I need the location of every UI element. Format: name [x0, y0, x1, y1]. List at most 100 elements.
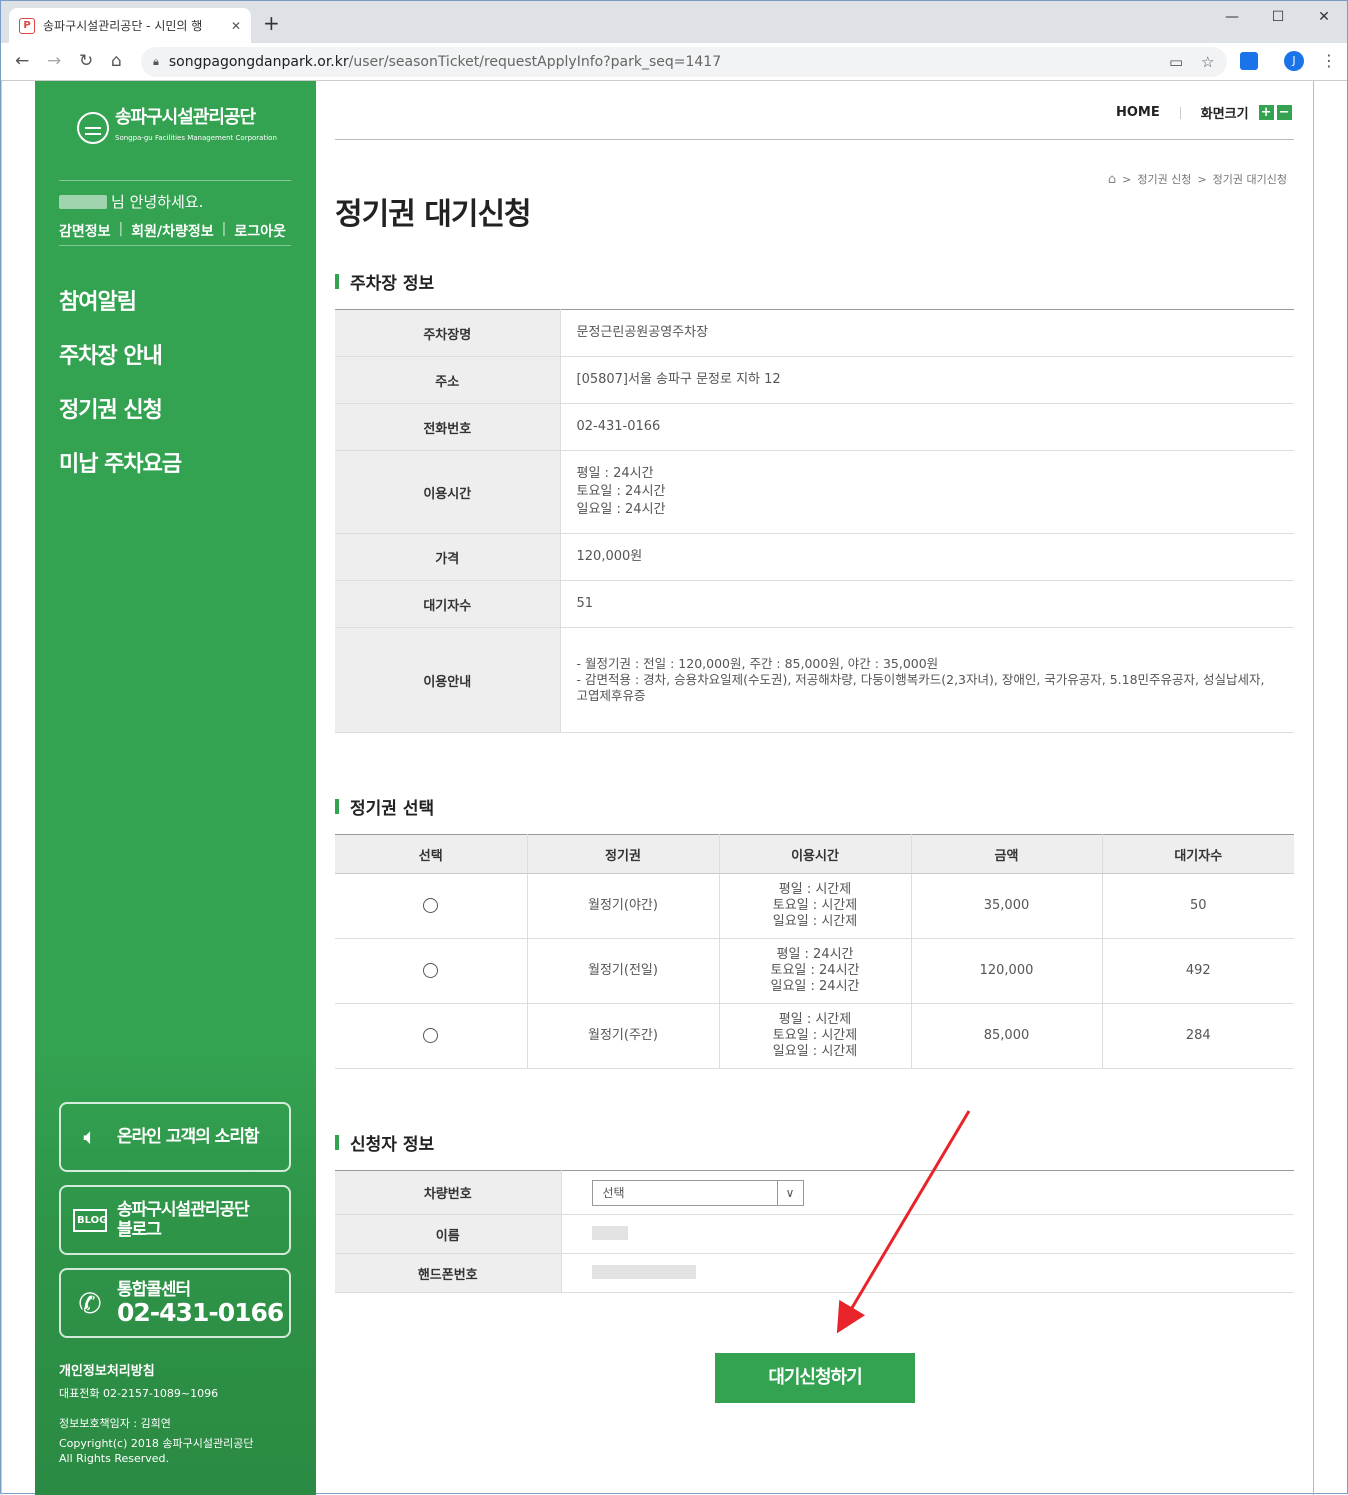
breadcrumb-item[interactable]: 정기권 대기신청	[1213, 171, 1287, 187]
blog-icon: BLOG	[73, 1208, 107, 1232]
table-row: 이용시간 평일 : 24시간 토요일 : 24시간 일요일 : 24시간	[335, 450, 1294, 534]
cast-icon[interactable]: ▭	[1169, 53, 1183, 71]
blog-label-line1: 송파구시설관리공단	[117, 1200, 250, 1220]
zoom-out-button[interactable]: −	[1276, 105, 1292, 120]
privacy-policy-link[interactable]: 개인정보처리방침	[59, 1364, 155, 1379]
ticket-radio-day[interactable]	[423, 1028, 439, 1043]
blog-button[interactable]: BLOG 송파구시설관리공단 블로그	[59, 1185, 291, 1255]
privacy-officer: 정보보호책임자 : 김희연	[59, 1417, 171, 1430]
car-number-select[interactable]: 선택 ∨	[591, 1179, 804, 1206]
breadcrumb-home-icon[interactable]: ⌂	[1108, 172, 1116, 187]
extension-icon[interactable]	[1240, 52, 1258, 70]
forward-icon[interactable]: →	[47, 51, 61, 71]
sidebar-menu: 참여알림 주차장 안내 정기권 신청 미납 주차요금	[59, 287, 182, 503]
call-center-number: 02-431-0166	[117, 1298, 284, 1327]
star-icon[interactable]: ☆	[1201, 53, 1214, 71]
link-reduction-info[interactable]: 감면정보	[59, 221, 111, 241]
table-header-row: 선택 정기권 이용시간 금액 대기자수	[335, 834, 1294, 874]
browser-tab[interactable]: P 송파구시설관리공단 - 시민의 행 ✕	[9, 8, 251, 43]
section-title-ticket-select: 정기권 선택	[335, 794, 434, 819]
reload-icon[interactable]: ↻	[79, 51, 93, 71]
table-row: 주차장명 문정근린공원공영주차장	[335, 309, 1294, 357]
breadcrumb-item[interactable]: 정기권 신청	[1137, 171, 1191, 187]
link-logout[interactable]: 로그아웃	[234, 221, 286, 241]
chevron-down-icon: ∨	[776, 1180, 803, 1205]
table-row: 가격 120,000원	[335, 533, 1294, 581]
sidebar-item-parking-guide[interactable]: 주차장 안내	[59, 341, 181, 395]
applicant-table: 차량번호 선택 ∨ 이름 핸드폰번호	[335, 1170, 1294, 1293]
breadcrumb: ⌂ > 정기권 신청 > 정기권 대기신청	[1107, 171, 1287, 187]
call-center-button[interactable]: ✆ 통합콜센터 02-431-0166	[59, 1268, 291, 1338]
logo-name: 송파구시설관리공단	[115, 107, 256, 128]
table-row: 월정기(전일) 평일 : 24시간 토요일 : 24시간 일요일 : 24시간 12…	[335, 938, 1294, 1004]
divider	[335, 139, 1294, 140]
section-title-parking-info: 주차장 정보	[335, 269, 434, 294]
home-icon[interactable]: ⌂	[111, 51, 122, 71]
zoom-in-button[interactable]: +	[1258, 105, 1274, 120]
url-text: songpagongdanpark.or.kr/user/seasonTicke…	[168, 54, 722, 70]
window-controls: — ☐ ✕	[1209, 1, 1347, 33]
site-favicon-icon: P	[19, 17, 35, 34]
annotation-arrow	[836, 1110, 971, 1334]
address-bar[interactable]: 🔒︎ songpagongdanpark.or.kr/user/seasonTi…	[141, 47, 1227, 77]
tab-title: 송파구시설관리공단 - 시민의 행	[43, 19, 203, 33]
call-center-label: 통합콜센터	[117, 1280, 191, 1300]
customer-voice-label: 온라인 고객의 소리함	[117, 1127, 260, 1147]
new-tab-button[interactable]: +	[263, 13, 280, 33]
waitlist-submit-button[interactable]: 대기신청하기	[715, 1353, 915, 1403]
greeting: 님 안녕하세요.	[59, 191, 203, 212]
table-row: 주소 [05807]서울 송파구 문정로 지하 12	[335, 356, 1294, 404]
greeting-text: 님 안녕하세요.	[111, 193, 204, 211]
name-blurred	[591, 1225, 628, 1240]
ticket-radio-allday[interactable]	[423, 963, 439, 978]
section-title-applicant: 신청자 정보	[335, 1130, 434, 1155]
table-row: 핸드폰번호	[335, 1253, 1294, 1293]
sidebar-item-unpaid-fee[interactable]: 미납 주차요금	[59, 449, 182, 503]
copyright-line1: Copyright(c) 2018 송파구시설관리공단	[59, 1437, 254, 1450]
rep-phone: 대표전화 02-2157-1089~1096	[59, 1387, 219, 1400]
table-row: 차량번호 선택 ∨	[335, 1170, 1294, 1215]
profile-avatar[interactable]: J	[1284, 51, 1304, 71]
address-toolbar: ← → ↻ ⌂ 🔒︎ songpagongdanpark.or.kr/user/…	[1, 43, 1347, 81]
page-right-edge	[1313, 81, 1314, 1495]
close-window-icon[interactable]: ✕	[1301, 1, 1347, 33]
lock-icon: 🔒︎	[153, 55, 159, 68]
logo-emblem-icon	[77, 112, 109, 144]
table-row: 이용안내 - 월정기권 : 전일 : 120,000원, 주간 : 85,000원…	[335, 627, 1294, 733]
browser-window: P 송파구시설관리공단 - 시민의 행 ✕ + — ☐ ✕ ← → ↻ ⌂ 🔒︎…	[0, 0, 1348, 1495]
top-nav: HOME 화면크기 + −	[1116, 103, 1292, 122]
tab-strip: P 송파구시설관리공단 - 시민의 행 ✕ + — ☐ ✕	[1, 1, 1347, 43]
blog-label-line2: 블로그	[117, 1220, 162, 1240]
ticket-radio-night[interactable]	[423, 898, 439, 913]
speaker-icon: 🔈︎	[83, 1124, 97, 1150]
ticket-select-table: 선택 정기권 이용시간 금액 대기자수 월정기(야간) 평일 : 시간제 토요일 …	[335, 834, 1294, 1069]
customer-voice-button[interactable]: 🔈︎ 온라인 고객의 소리함	[59, 1102, 291, 1172]
copyright-line2: All Rights Reserved.	[59, 1452, 170, 1465]
sidebar-item-season-ticket[interactable]: 정기권 신청	[59, 395, 181, 449]
phone-blurred	[591, 1264, 696, 1279]
page-left-edge	[1, 81, 2, 1495]
divider	[59, 180, 291, 181]
site-logo[interactable]: 송파구시설관리공단 Songpa-gu Facilities Management…	[77, 109, 277, 147]
back-icon[interactable]: ←	[15, 51, 29, 71]
divider	[59, 245, 291, 246]
user-links: 감면정보 | 회원/차량정보 | 로그아웃	[59, 221, 286, 241]
font-size-label: 화면크기	[1200, 107, 1249, 122]
user-name-blurred	[59, 194, 107, 209]
minimize-icon[interactable]: —	[1209, 1, 1255, 33]
menu-icon[interactable]: ⋮	[1321, 52, 1337, 70]
logo-english: Songpa-gu Facilities Management Corporat…	[115, 134, 277, 142]
table-row: 월정기(야간) 평일 : 시간제 토요일 : 시간제 일요일 : 시간제 35,00…	[335, 873, 1294, 939]
table-row: 전화번호 02-431-0166	[335, 403, 1294, 451]
table-row: 이름	[335, 1214, 1294, 1254]
home-link[interactable]: HOME	[1116, 105, 1160, 120]
page-title: 정기권 대기신청	[335, 197, 532, 232]
table-row: 대기자수 51	[335, 580, 1294, 628]
maximize-icon[interactable]: ☐	[1255, 1, 1301, 33]
link-member-vehicle-info[interactable]: 회원/차량정보	[131, 221, 213, 241]
phone-icon: ✆	[78, 1286, 102, 1320]
tab-close-icon[interactable]: ✕	[231, 19, 241, 33]
parking-info-table: 주차장명 문정근린공원공영주차장 주소 [05807]서울 송파구 문정로 지하 1…	[335, 309, 1294, 733]
sidebar: 송파구시설관리공단 Songpa-gu Facilities Management…	[35, 81, 316, 1495]
sidebar-item-participation[interactable]: 참여알림	[59, 287, 181, 341]
